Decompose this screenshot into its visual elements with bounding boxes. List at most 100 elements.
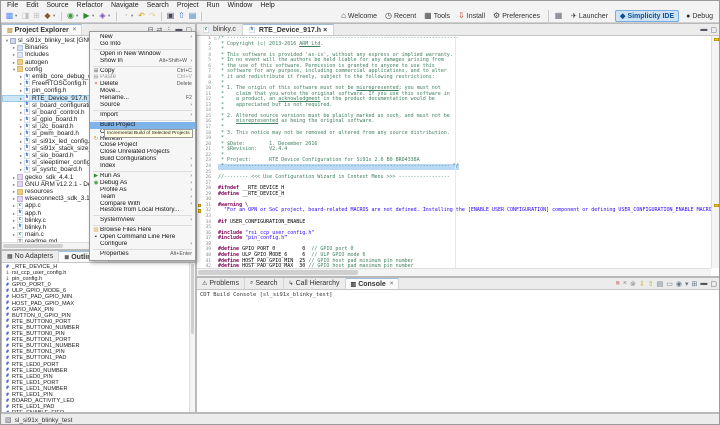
close-icon[interactable]: ×	[323, 27, 327, 34]
editor-tab-blinky-c[interactable]: cblinky.c	[197, 24, 243, 35]
perspective-simplicity-ide[interactable]: ◆Simplicity IDE	[615, 10, 679, 22]
context-menu-item-restore-from-local-history[interactable]: Restore from Local History...	[90, 207, 195, 214]
context-menu-item-paste[interactable]: ▤PasteCtrl+V	[90, 74, 195, 81]
save-all-icon[interactable]: ⊞	[31, 10, 42, 22]
context-menu-item-open-command-line-here[interactable]: ▪Open Command Line Here	[90, 234, 195, 241]
context-menu-item-import[interactable]: Import›	[90, 112, 195, 119]
context-menu-item-open-in-new-window[interactable]: Open in New Window	[90, 51, 195, 58]
context-menu-item-delete[interactable]: ×DeleteDelete	[90, 81, 195, 88]
context-menu-item-browse-files-here[interactable]: ▨Browse Files Here	[90, 227, 195, 234]
warning-marker[interactable]	[714, 204, 719, 207]
new-icon[interactable]: ▩	[4, 10, 15, 22]
welcome-button[interactable]: ⌂Welcome	[337, 11, 381, 21]
context-menu-item-source[interactable]: Source›	[90, 102, 195, 109]
maximize-icon[interactable]: ▢	[710, 26, 717, 34]
menu-file[interactable]: File	[3, 1, 22, 10]
menu-run[interactable]: Run	[203, 1, 224, 10]
scroll-lock-icon[interactable]: ⇧	[648, 280, 654, 288]
menu-project[interactable]: Project	[173, 1, 203, 10]
outline-item[interactable]: #RTE_ENABLE_FIFO	[2, 410, 189, 412]
outline-list[interactable]: #_RTE_DEVICE_Hirsi_ccp_user_config.hipin…	[2, 263, 189, 412]
context-menu-item-go-into[interactable]: Go Into	[90, 41, 195, 48]
menu-source[interactable]: Source	[42, 1, 72, 10]
run-icon[interactable]: ▶	[81, 10, 92, 22]
maximize-icon[interactable]: ▢	[710, 280, 717, 288]
tools-button[interactable]: ▦Tools	[420, 11, 454, 21]
context-menu-item-rename[interactable]: Rename...F2	[90, 95, 195, 102]
remove-all-icon[interactable]: ⊗	[630, 280, 636, 288]
save-icon[interactable]: ◨	[20, 10, 31, 22]
minimize-icon[interactable]: ▬	[700, 26, 707, 33]
context-menu-item-move[interactable]: Move...	[90, 88, 195, 95]
dropdown-caret-icon[interactable]: ▾	[108, 13, 113, 19]
scrollbar-thumb[interactable]	[191, 264, 194, 334]
tab-search[interactable]: ⌕Search	[245, 278, 284, 289]
display-selected-icon[interactable]: ▾	[685, 280, 689, 288]
close-icon[interactable]: ×	[73, 27, 77, 33]
context-menu-item-configure[interactable]: Configure›	[90, 241, 195, 248]
context-menu-item-build-configurations[interactable]: Build Configurations›	[90, 156, 195, 163]
context-menu-item-index[interactable]: Index›	[90, 163, 195, 170]
menu-search[interactable]: Search	[143, 1, 173, 10]
undo-icon[interactable]: ↶	[136, 10, 147, 22]
terminal-icon[interactable]: ▣	[165, 10, 176, 22]
scrollbar-thumb[interactable]	[3, 244, 63, 248]
code-segment: * Copyright (c) 2013-2016	[218, 41, 299, 47]
word-wrap-icon[interactable]: ▤	[657, 280, 664, 288]
upload-icon[interactable]: ⇧	[176, 10, 187, 22]
device-monitor-icon[interactable]: ▤	[187, 10, 198, 22]
remove-launch-icon[interactable]: ×	[623, 280, 627, 287]
open-console-icon[interactable]: ⊞	[692, 280, 698, 288]
console-body[interactable]: CDT Build Console [sl_si91x_blinky_test]	[197, 290, 720, 412]
dropdown-caret-icon[interactable]: ▾	[53, 13, 58, 19]
perspective-launcher[interactable]: ✈Launcher	[566, 10, 613, 22]
context-menu-item-run-as[interactable]: ▶Run As›	[90, 173, 195, 180]
context-menu-item-debug-as[interactable]: ◉Debug As›	[90, 180, 195, 187]
context-menu-item-close-unrelated-projects[interactable]: Close Unrelated Projects	[90, 149, 195, 156]
context-menu-item-show-in[interactable]: Show InAlt+Shift+W›	[90, 58, 195, 65]
context-menu-item-close-project[interactable]: Close Project	[90, 142, 195, 149]
editor-horizontal-scrollbar[interactable]	[197, 268, 711, 276]
tab-no-adapters[interactable]: ▦No Adapters	[2, 251, 59, 262]
debug-icon[interactable]: ◉	[65, 10, 76, 22]
scrollbar-thumb[interactable]	[198, 270, 358, 275]
warning-marker[interactable]	[714, 38, 719, 41]
install-button[interactable]: ⇩Install	[454, 11, 489, 21]
overview-ruler[interactable]	[711, 36, 720, 268]
context-menu-item-properties[interactable]: PropertiesAlt+Enter	[90, 251, 195, 258]
preferences-button[interactable]: ⚙Preferences	[489, 11, 544, 21]
context-menu-item-compare-with[interactable]: Compare With›	[90, 201, 195, 208]
minimize-icon[interactable]: ▬	[700, 280, 707, 287]
close-icon[interactable]: ×	[390, 281, 394, 287]
tab-project-explorer[interactable]: ▨ Project Explorer ×	[2, 24, 82, 35]
tab-call-hierarchy[interactable]: ↳Call Hierarchy	[284, 278, 346, 289]
build-icon[interactable]: ◆	[42, 10, 53, 22]
code-editor[interactable]: 1⊟/* -----------------------------------…	[197, 36, 711, 268]
terminate-icon[interactable]: ■	[616, 280, 620, 287]
context-menu-item-profile-as[interactable]: Profile As›	[90, 187, 195, 194]
menu-window[interactable]: Window	[223, 1, 256, 10]
menu-refactor[interactable]: Refactor	[73, 1, 107, 10]
problems-icon: ⚠	[202, 280, 207, 287]
clear-console-icon[interactable]: ▭	[666, 280, 673, 288]
context-menu-item-build-project[interactable]: Build Project	[90, 122, 195, 129]
profile-icon[interactable]: ◔	[120, 10, 131, 22]
context-menu-item-copy[interactable]: ⊞CopyCtrl+C	[90, 68, 195, 75]
redo-icon[interactable]: ↷	[147, 10, 158, 22]
editor-tab-rte-device-917-h[interactable]: hRTE_Device_917.h×	[243, 24, 334, 35]
menu-navigate[interactable]: Navigate	[107, 1, 143, 10]
menu-edit[interactable]: Edit	[22, 1, 42, 10]
recent-button[interactable]: ◷Recent	[381, 11, 420, 21]
tab-console[interactable]: ▥Console×	[346, 278, 400, 289]
pin-console-icon[interactable]: ◉	[676, 280, 682, 288]
tab-problems[interactable]: ⚠Problems	[197, 278, 245, 289]
context-menu-item-team[interactable]: Team›	[90, 194, 195, 201]
perspective-debug[interactable]: ●Debug	[681, 11, 718, 22]
open-perspective-icon[interactable]: ▦	[553, 10, 564, 22]
context-menu-item-systemview[interactable]: SystemView›	[90, 217, 195, 224]
menu-help[interactable]: Help	[256, 1, 278, 10]
outline-vertical-scrollbar[interactable]	[189, 263, 195, 412]
scroll-to-end-icon[interactable]: ⇩	[639, 280, 645, 288]
flash-icon[interactable]: ◈	[97, 10, 108, 22]
context-menu-item-new[interactable]: New›	[90, 34, 195, 41]
